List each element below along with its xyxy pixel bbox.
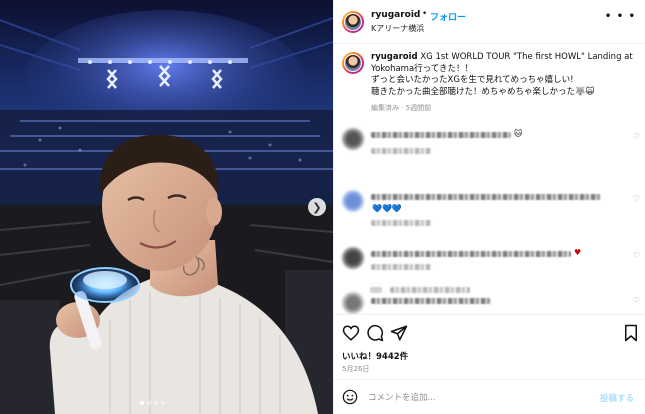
caption-avatar[interactable] — [342, 52, 364, 74]
heart-icon[interactable]: ♡ — [633, 194, 640, 203]
post-header: ryugaroid • フォロー Kアリーナ横浜 • • • — [334, 0, 645, 44]
post-side-panel: ryugaroid • フォロー Kアリーナ横浜 • • • ryugaroid… — [333, 0, 645, 414]
next-media-button[interactable]: ❯ — [308, 198, 326, 216]
emoji-icon: 🐱 — [514, 129, 523, 138]
chevron-right-icon: ❯ — [312, 200, 322, 214]
comment-text — [371, 251, 571, 257]
commenter-avatar[interactable] — [342, 247, 364, 269]
heart-icon[interactable]: ♡ — [633, 132, 640, 141]
comment-item: ♥ ♡ — [342, 247, 642, 277]
like-count[interactable]: いいね！9442件 — [342, 350, 408, 362]
commenter-avatar[interactable] — [342, 128, 364, 150]
post-date[interactable]: 5月26日 — [342, 364, 369, 374]
comment-input[interactable] — [366, 388, 590, 408]
share-icon[interactable] — [390, 324, 408, 342]
caption-username[interactable]: ryugaroid — [371, 52, 418, 62]
comment-meta — [371, 220, 431, 226]
caption-line-2: ずっと会いたかったXGを生で見れてめっちゃ嬉しい! — [371, 75, 574, 85]
carousel-dot — [154, 401, 158, 405]
author-avatar[interactable] — [342, 11, 364, 33]
ellipsis-icon[interactable]: • • • — [605, 11, 636, 22]
carousel-dot — [147, 401, 151, 405]
heart-icon[interactable] — [342, 324, 360, 342]
caption-line-3: 聴きたかった曲全部聴けた！めちゃめちゃ楽しかった🐺🙀 — [371, 86, 595, 97]
separator-dot: • — [422, 9, 428, 19]
comment-meta — [371, 148, 431, 154]
comment-text — [371, 194, 601, 200]
caption-meta: 編集済み · 5週間前 — [371, 104, 432, 112]
comment-meta — [371, 264, 431, 270]
carousel-indicator — [140, 401, 165, 405]
post-actions: いいね！9442件 5月26日 — [334, 314, 645, 377]
heart-icon[interactable]: ♡ — [633, 296, 640, 305]
emoji-icon: ♥ — [574, 248, 582, 257]
comment-composer: 投稿する — [334, 379, 645, 414]
post-media[interactable]: ❯ — [0, 0, 333, 414]
post-comment-button[interactable]: 投稿する — [600, 392, 634, 404]
follow-button[interactable]: フォロー — [430, 10, 466, 23]
author-username[interactable]: ryugaroid — [371, 10, 420, 20]
heart-icon[interactable]: ♡ — [633, 251, 640, 260]
concert-selfie-photo — [0, 10, 333, 414]
comment-item: 💙💙💙 ♡ — [342, 190, 642, 226]
comment-item: 🐱 ♡ — [342, 128, 642, 158]
comment-icon[interactable] — [366, 324, 384, 342]
commenter-avatar[interactable] — [342, 292, 364, 314]
caption-text: ryugaroid XG 1st WORLD TOUR "The first H… — [371, 52, 641, 98]
bookmark-icon[interactable] — [622, 324, 640, 342]
comment-text — [371, 298, 491, 304]
commenter-avatar[interactable] — [342, 190, 364, 212]
comment-text — [371, 132, 511, 138]
comment-item: ♡ — [342, 292, 642, 314]
carousel-dot — [140, 401, 144, 405]
location-link[interactable]: Kアリーナ横浜 — [371, 23, 424, 34]
carousel-dot — [161, 401, 165, 405]
emoji-icon: 💙💙💙 — [372, 204, 402, 213]
smiley-icon[interactable] — [342, 389, 358, 405]
